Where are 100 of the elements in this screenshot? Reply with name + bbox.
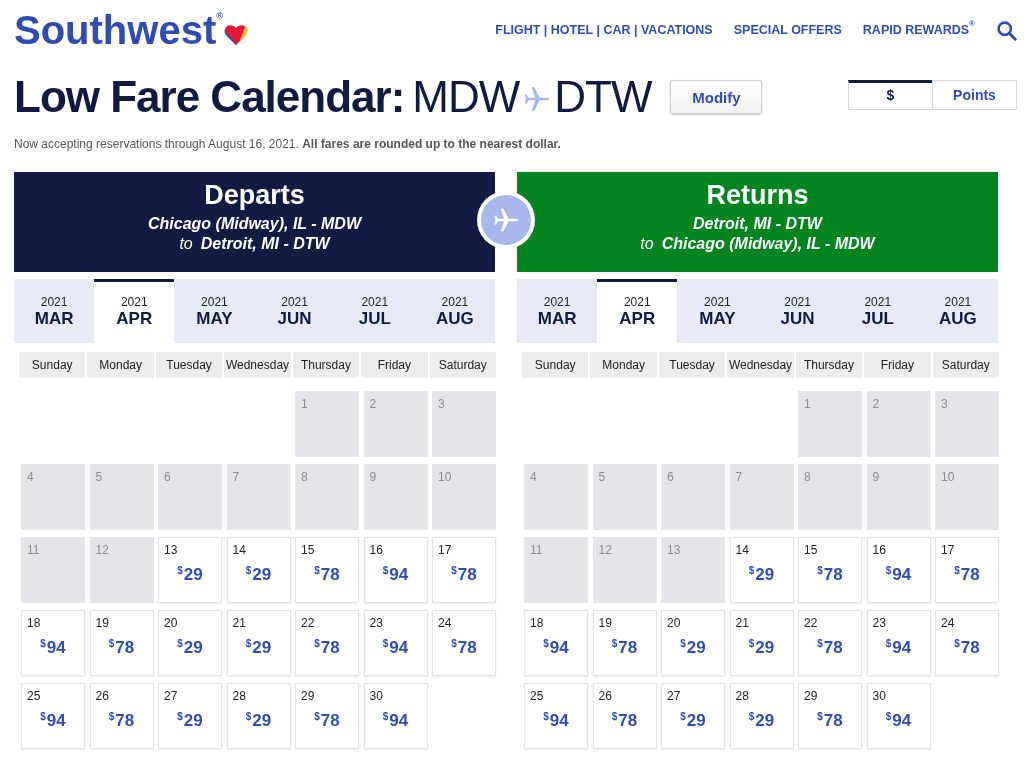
day-cell[interactable]: 30 $^{$}$94 [866, 683, 931, 749]
day-number: 21 [232, 616, 246, 630]
month-tab[interactable]: 2021 MAY [174, 279, 255, 343]
fare-price: $^{$}$78 [817, 565, 843, 586]
day-number: 10 [941, 470, 955, 484]
day-number: 11 [27, 543, 40, 557]
day-number: 8 [804, 470, 811, 484]
month-tab[interactable]: 2021 JUN [254, 279, 335, 343]
day-number: 9 [872, 470, 880, 484]
month-tab[interactable]: 2021 MAY [677, 279, 758, 343]
nav-link[interactable]: FLIGHT | HOTEL | CAR | VACATIONS [495, 23, 713, 37]
fare-price: $^{$}$29 [177, 711, 203, 732]
fare-type-tab[interactable]: $ [848, 80, 933, 110]
fare-price: $^{$}$29 [680, 638, 706, 659]
day-cell[interactable]: 29 $^{$}$78 [295, 683, 359, 749]
fare-price: $^{$}$94 [40, 711, 66, 732]
day-cell[interactable]: 27 $^{$}$29 [661, 683, 725, 749]
day-cell[interactable]: 13 $^{$}$29 [158, 537, 222, 603]
weekday-header: Wednesday [224, 352, 291, 378]
day-number: 28 [735, 689, 749, 703]
day-number: 19 [95, 616, 109, 630]
day-cell[interactable]: 30 $^{$}$94 [363, 683, 428, 749]
day-number: 10 [438, 470, 452, 484]
day-cell[interactable]: 14 $^{$}$29 [729, 537, 794, 603]
day-number: 16 [872, 543, 886, 557]
modify-button[interactable]: Modify [670, 80, 763, 114]
day-number: 28 [232, 689, 246, 703]
fare-price: $^{$}$29 [748, 711, 775, 732]
day-cell[interactable]: 24 $^{$}$78 [432, 610, 496, 676]
day-number: 6 [667, 470, 674, 484]
fare-price: $^{$}$78 [451, 638, 477, 659]
weekday-header: Sunday [19, 352, 86, 378]
weekday-header: Tuesday [155, 352, 223, 378]
weekday-header: Saturday [429, 352, 496, 378]
month-tab[interactable]: 2021 MAR [14, 279, 95, 343]
day-cell[interactable]: 26 $^{$}$78 [89, 683, 154, 749]
nav-link[interactable]: SPECIAL OFFERS [733, 23, 842, 37]
day-cell[interactable]: 28 $^{$}$29 [226, 683, 291, 749]
day-number: 16 [369, 543, 383, 557]
fare-price: $^{$}$94 [885, 711, 912, 732]
day-cell[interactable]: 28 $^{$}$29 [729, 683, 794, 749]
day-cell[interactable]: 15 $^{$}$78 [798, 537, 862, 603]
day-number: 20 [667, 616, 681, 630]
day-cell[interactable]: 19 $^{$}$78 [89, 610, 154, 676]
day-cell[interactable]: 19 $^{$}$78 [592, 610, 657, 676]
month-tab[interactable]: 2021 JUN [757, 279, 838, 343]
day-cell[interactable]: 15 $^{$}$78 [295, 537, 359, 603]
day-cell[interactable]: 20 $^{$}$29 [661, 610, 725, 676]
fare-price: $^{$}$78 [817, 711, 843, 732]
notice-text: Now accepting reservations through August 16, 2021. All fares are rounded up to the nearest dollar. [14, 136, 562, 152]
day-cell[interactable]: 21 $^{$}$29 [226, 610, 291, 676]
month-tab[interactable]: 2021 JUL [334, 279, 415, 343]
day-number: 12 [95, 543, 109, 557]
day-number: 11 [530, 543, 543, 557]
day-cell[interactable]: 25 $^{$}$94 [21, 683, 85, 749]
day-cell[interactable]: 17 $^{$}$78 [432, 537, 496, 603]
day-cell[interactable]: 18 $^{$}$94 [524, 610, 588, 676]
day-number: 25 [27, 689, 41, 703]
route-title: Departs [204, 180, 305, 210]
month-tab[interactable]: 2021 JUL [837, 279, 918, 343]
day-cell[interactable]: 20 $^{$}$29 [158, 610, 222, 676]
day-cell[interactable]: 16 $^{$}$94 [363, 537, 428, 603]
day-cell[interactable]: 26 $^{$}$78 [592, 683, 657, 749]
day-number: 23 [369, 616, 383, 630]
day-cell[interactable]: 14 $^{$}$29 [226, 537, 291, 603]
day-cell[interactable]: 23 $^{$}$94 [866, 610, 931, 676]
month-tab[interactable]: 2021 APR [597, 279, 678, 343]
day-cell[interactable]: 18 $^{$}$94 [21, 610, 85, 676]
day-cell[interactable]: 22 $^{$}$78 [798, 610, 862, 676]
fare-price: $^{$}$29 [748, 565, 775, 586]
day-cell[interactable]: 22 $^{$}$78 [295, 610, 359, 676]
route-title: Returns [706, 180, 809, 210]
day-cell[interactable]: 21 $^{$}$29 [729, 610, 794, 676]
day-cell[interactable]: 29 $^{$}$78 [798, 683, 862, 749]
day-number: 2 [872, 397, 880, 411]
day-number: 15 [301, 543, 315, 557]
day-number: 24 [941, 616, 955, 630]
day-number: 18 [530, 616, 544, 630]
day-cell[interactable]: 25 $^{$}$94 [524, 683, 588, 749]
day-cell[interactable]: 27 $^{$}$29 [158, 683, 222, 749]
day-cell[interactable]: 17 $^{$}$78 [935, 537, 999, 603]
month-tab[interactable]: 2021 AUG [414, 279, 495, 343]
fare-price: $^{$}$78 [314, 638, 340, 659]
day-cell[interactable]: 24 $^{$}$78 [935, 610, 999, 676]
fare-price: $^{$}$94 [382, 565, 409, 586]
logo-wordmark[interactable]: Southwest$^{®}$ [14, 10, 223, 50]
fare-type-tab[interactable]: Points [932, 80, 1017, 110]
day-number: 25 [530, 689, 544, 703]
day-cell[interactable]: 16 $^{$}$94 [866, 537, 931, 603]
month-tab[interactable]: 2021 AUG [917, 279, 998, 343]
day-number: 23 [872, 616, 886, 630]
day-number: 29 [301, 689, 315, 703]
fare-price: $^{$}$78 [108, 711, 135, 732]
search-icon[interactable] [996, 19, 1017, 41]
day-number: 1 [301, 397, 308, 411]
month-tab[interactable]: 2021 MAR [517, 279, 598, 343]
month-tab[interactable]: 2021 APR [94, 279, 175, 343]
day-number: 3 [438, 397, 445, 411]
day-number: 6 [164, 470, 171, 484]
day-cell[interactable]: 23 $^{$}$94 [363, 610, 428, 676]
